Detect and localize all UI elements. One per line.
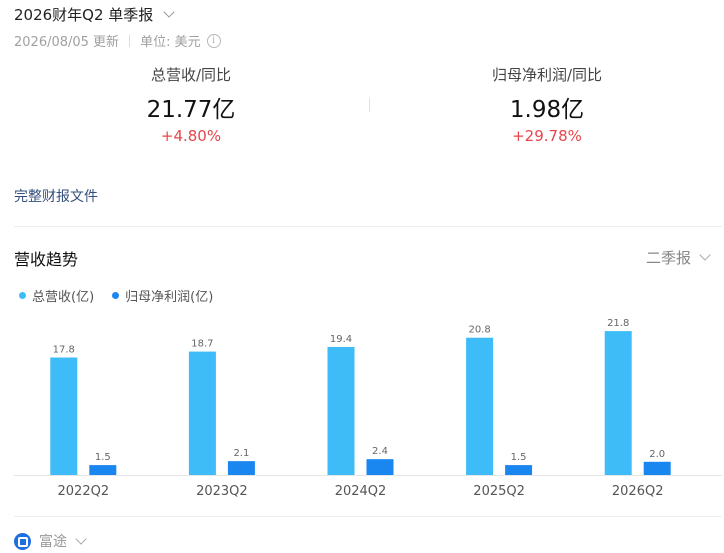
- revenue-data-label: 17.8: [53, 345, 75, 356]
- brand-name: 富途: [39, 534, 67, 550]
- revenue-value: 21.77亿: [146, 97, 236, 123]
- profit-metric: 归母净利润/同比 1.98亿 +29.78%: [417, 64, 677, 145]
- profit-bar: [366, 459, 394, 475]
- revenue-data-label: 18.7: [191, 339, 213, 350]
- profit-bar: [227, 461, 255, 475]
- trend-title: 营收趋势: [14, 250, 79, 269]
- revenue-bar: [466, 337, 494, 475]
- profit-change: +29.78%: [512, 127, 582, 145]
- chevron-down-icon: [163, 6, 175, 18]
- legend-dot: [19, 292, 26, 299]
- report-selector[interactable]: 2026财年Q2 单季报: [14, 4, 175, 25]
- chevron-down-icon: [75, 532, 87, 545]
- legend-dot: [112, 292, 120, 299]
- full-report-link[interactable]: 完整财报文件: [14, 186, 98, 206]
- profit-data-label: 2.0: [649, 449, 665, 460]
- profit-value: 1.98亿: [509, 97, 585, 123]
- profit-data-label: 1.5: [95, 452, 111, 463]
- x-tick-label: 2025Q2: [473, 484, 525, 499]
- revenue-label: 总营收/同比: [150, 66, 232, 84]
- profit-data-label: 2.1: [233, 448, 249, 459]
- revenue-trend-chart: 17.8 1.5 2022Q2 18.7 2.1 2023Q2 19.4 2.4 2024Q2 2…: [14, 318, 722, 499]
- chevron-down-icon: [699, 249, 711, 261]
- revenue-data-label: 20.8: [468, 325, 490, 336]
- metric-divider: [369, 98, 370, 112]
- currency-unit: 单位: 美元: [140, 35, 201, 50]
- report-title: 2026财年Q2 单季报: [14, 6, 154, 24]
- update-date: 2026/08/05 更新: [14, 35, 120, 50]
- period-selector[interactable]: 二季报: [646, 247, 711, 268]
- report-meta: 2026/08/05 更新 单位: 美元 i: [14, 31, 221, 50]
- revenue-bar: [188, 351, 216, 475]
- period-label: 二季报: [646, 249, 692, 267]
- revenue-bar: [50, 357, 78, 475]
- divider: [129, 34, 131, 47]
- futu-logo-icon: [14, 532, 31, 550]
- x-tick-label: 2023Q2: [196, 484, 248, 499]
- divider: [14, 516, 722, 517]
- info-icon[interactable]: i: [206, 33, 221, 48]
- revenue-bar: [604, 331, 632, 475]
- revenue-data-label: 19.4: [330, 334, 352, 345]
- profit-bar: [505, 465, 533, 475]
- revenue-data-label: 21.8: [607, 318, 629, 329]
- profit-bar: [89, 465, 117, 475]
- revenue-metric: 总营收/同比 21.77亿 +4.80%: [61, 64, 321, 145]
- x-tick-label: 2022Q2: [58, 484, 110, 499]
- profit-data-label: 1.5: [511, 452, 527, 463]
- revenue-change: +4.80%: [160, 127, 222, 145]
- profit-data-label: 2.4: [372, 446, 388, 457]
- profit-bar: [643, 461, 671, 475]
- divider: [14, 226, 722, 227]
- x-tick-label: 2024Q2: [335, 484, 387, 499]
- x-tick-label: 2026Q2: [612, 484, 664, 499]
- brand-selector[interactable]: 富途: [14, 531, 87, 551]
- revenue-bar: [327, 346, 355, 475]
- profit-label: 归母净利润/同比: [491, 66, 603, 84]
